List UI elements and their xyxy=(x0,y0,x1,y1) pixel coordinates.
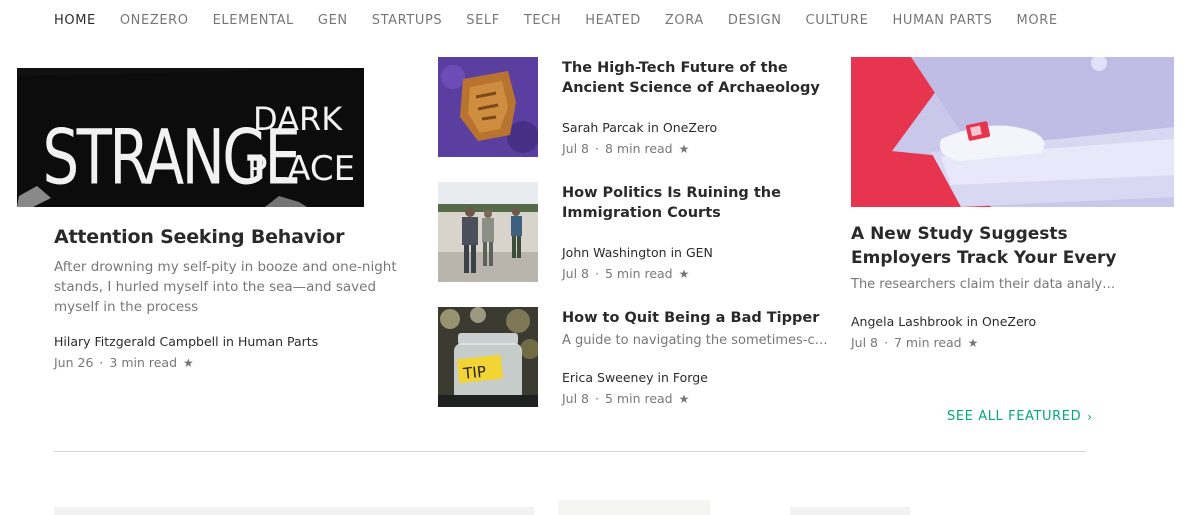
meta-separator: · xyxy=(884,335,888,350)
section-divider xyxy=(54,451,1086,452)
article-thumbnail-immigration[interactable] xyxy=(438,182,538,282)
hero-meta: Jun 26 · 3 min read ★ xyxy=(54,355,194,370)
feature-subtitle[interactable]: The researchers claim their data analysi… xyxy=(851,277,1116,292)
meta-separator: · xyxy=(99,355,104,370)
feature-title[interactable]: A New Study Suggests Employers Track You… xyxy=(851,222,1151,270)
article-meta: Jul 8 · 5 min read ★ xyxy=(562,266,689,281)
next-section-image[interactable] xyxy=(558,500,710,515)
nav-item-gen[interactable]: GEN xyxy=(318,13,348,28)
nav-item-startups[interactable]: STARTUPS xyxy=(372,13,443,28)
hero-date: Jun 26 xyxy=(54,355,94,370)
next-section-card[interactable] xyxy=(54,507,534,515)
article-thumbnail-archaeology[interactable] xyxy=(438,57,538,157)
article-read-time: 5 min read xyxy=(605,391,673,406)
article-byline[interactable]: John Washington in GEN xyxy=(562,245,713,260)
article-date: Jul 8 xyxy=(562,391,590,406)
article-thumbnail-tip-jar[interactable]: TIP xyxy=(438,307,538,407)
meta-separator: · xyxy=(595,391,599,406)
hero-byline[interactable]: Hilary Fitzgerald Campbell in Human Part… xyxy=(54,334,318,349)
topic-nav: HOME ONEZERO ELEMENTAL GEN STARTUPS SELF… xyxy=(54,0,1082,40)
nav-item-human-parts[interactable]: HUMAN PARTS xyxy=(893,13,993,28)
article-title[interactable]: How Politics Is Ruining the Immigration … xyxy=(562,183,827,223)
feature-image-laptop[interactable] xyxy=(851,57,1174,207)
meta-separator: · xyxy=(595,266,599,281)
article-read-time: 5 min read xyxy=(605,266,673,281)
article-byline[interactable]: Sarah Parcak in OneZero xyxy=(562,120,717,135)
nav-item-design[interactable]: DESIGN xyxy=(728,13,782,28)
article-read-time: 8 min read xyxy=(605,141,673,156)
see-all-featured-link[interactable]: SEE ALL FEATURED › xyxy=(947,409,1093,424)
star-icon: ★ xyxy=(678,391,690,406)
nav-item-heated[interactable]: HEATED xyxy=(585,13,641,28)
tip-jar-label: TIP xyxy=(461,362,486,382)
article-meta: Jul 8 · 5 min read ★ xyxy=(562,391,689,406)
feature-read-time: 7 min read xyxy=(894,335,962,350)
hero-image-word-dark: DARK xyxy=(253,100,343,138)
hero-title[interactable]: Attention Seeking Behavior xyxy=(54,224,414,250)
hero-read-time: 3 min read xyxy=(109,355,178,370)
star-icon: ★ xyxy=(183,355,194,370)
article-subtitle[interactable]: A guide to navigating the sometimes-co… xyxy=(562,333,830,348)
article-date: Jul 8 xyxy=(562,266,590,281)
next-section-card[interactable] xyxy=(790,507,910,515)
hero-subtitle[interactable]: After drowning my self-pity in booze and… xyxy=(54,257,414,317)
chevron-right-icon: › xyxy=(1087,409,1093,424)
nav-item-culture[interactable]: CULTURE xyxy=(806,13,869,28)
article-byline[interactable]: Erica Sweeney in Forge xyxy=(562,370,708,385)
hero-image-word-place: PLACE xyxy=(247,149,355,189)
article-date: Jul 8 xyxy=(562,141,590,156)
nav-item-zora[interactable]: ZORA xyxy=(665,13,704,28)
article-title[interactable]: The High-Tech Future of the Ancient Scie… xyxy=(562,58,827,98)
meta-separator: · xyxy=(595,141,599,156)
star-icon: ★ xyxy=(967,335,979,350)
star-icon: ★ xyxy=(678,141,690,156)
article-meta: Jul 8 · 8 min read ★ xyxy=(562,141,689,156)
nav-item-more[interactable]: MORE xyxy=(1017,13,1058,28)
feature-byline[interactable]: Angela Lashbrook in OneZero xyxy=(851,314,1036,329)
nav-item-onezero[interactable]: ONEZERO xyxy=(120,13,189,28)
nav-item-elemental[interactable]: ELEMENTAL xyxy=(213,13,294,28)
see-all-label: SEE ALL FEATURED xyxy=(947,409,1082,424)
nav-item-tech[interactable]: TECH xyxy=(524,13,561,28)
star-icon: ★ xyxy=(678,266,690,281)
nav-item-home[interactable]: HOME xyxy=(54,13,96,28)
feature-date: Jul 8 xyxy=(851,335,879,350)
hero-image[interactable]: STRANGE DARK PLACE xyxy=(17,68,364,207)
feature-meta: Jul 8 · 7 min read ★ xyxy=(851,335,978,350)
article-title[interactable]: How to Quit Being a Bad Tipper xyxy=(562,308,827,328)
nav-item-self[interactable]: SELF xyxy=(466,13,500,28)
